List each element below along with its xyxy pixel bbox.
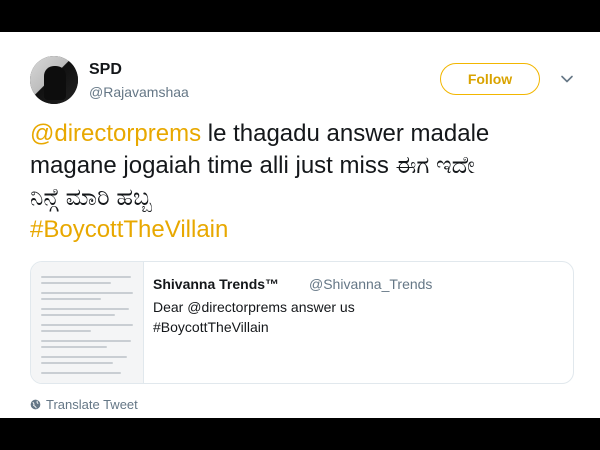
- thumb-text-line: [41, 346, 107, 348]
- quoted-author-name: Shivanna Trends™: [153, 276, 280, 292]
- tweet-line-1-text: le thagadu answer madale: [201, 120, 490, 147]
- quoted-author-handle: @Shivanna_Trends: [309, 276, 433, 292]
- hashtag-link[interactable]: #BoycottTheVillain: [30, 214, 580, 246]
- thumb-text-line: [41, 324, 133, 326]
- tweet-card: SPD @Rajavamshaa Follow @directorprems l…: [0, 32, 600, 418]
- translate-tweet-link[interactable]: Translate Tweet: [30, 397, 138, 412]
- thumb-text-line: [41, 356, 127, 358]
- globe-icon: [30, 399, 41, 410]
- tweet-line-3: ನಿನ್ಗೆ ಮಾರಿ ಹಬ್ಬ: [30, 184, 152, 211]
- thumb-text-line: [41, 330, 91, 332]
- quoted-text-line-1: Dear @directorprems answer us: [153, 299, 355, 315]
- tweet-line-1: @directorprems le thagadu answer madale: [30, 118, 580, 150]
- follow-button[interactable]: Follow: [440, 63, 540, 95]
- mention-link[interactable]: @directorprems: [30, 120, 201, 147]
- tweet-line-2: magane jogaiah time alli just miss ಈಗ ಇದ…: [30, 152, 475, 179]
- avatar[interactable]: [30, 56, 78, 104]
- translate-label: Translate Tweet: [46, 397, 138, 412]
- thumb-text-line: [41, 340, 131, 342]
- quoted-tweet[interactable]: Shivanna Trends™ @Shivanna_Trends Dear @…: [30, 261, 574, 384]
- thumb-text-line: [41, 314, 115, 316]
- quoted-text-line-2: #BoycottTheVillain: [153, 319, 269, 335]
- chevron-down-icon[interactable]: [560, 72, 574, 86]
- author-name[interactable]: SPD: [89, 61, 122, 79]
- quoted-tweet-image[interactable]: [31, 262, 144, 383]
- thumb-text-line: [41, 282, 111, 284]
- thumb-text-line: [41, 362, 113, 364]
- thumb-text-line: [41, 308, 129, 310]
- quoted-tweet-text: Dear @directorprems answer us #BoycottTh…: [153, 297, 355, 337]
- thumb-text-line: [41, 292, 133, 294]
- thumb-text-line: [41, 276, 131, 278]
- avatar-figure: [44, 66, 66, 100]
- thumb-text-line: [41, 372, 121, 374]
- author-handle[interactable]: @Rajavamshaa: [89, 84, 189, 100]
- tweet-text: @directorprems le thagadu answer madale …: [30, 118, 580, 246]
- thumb-text-line: [41, 298, 101, 300]
